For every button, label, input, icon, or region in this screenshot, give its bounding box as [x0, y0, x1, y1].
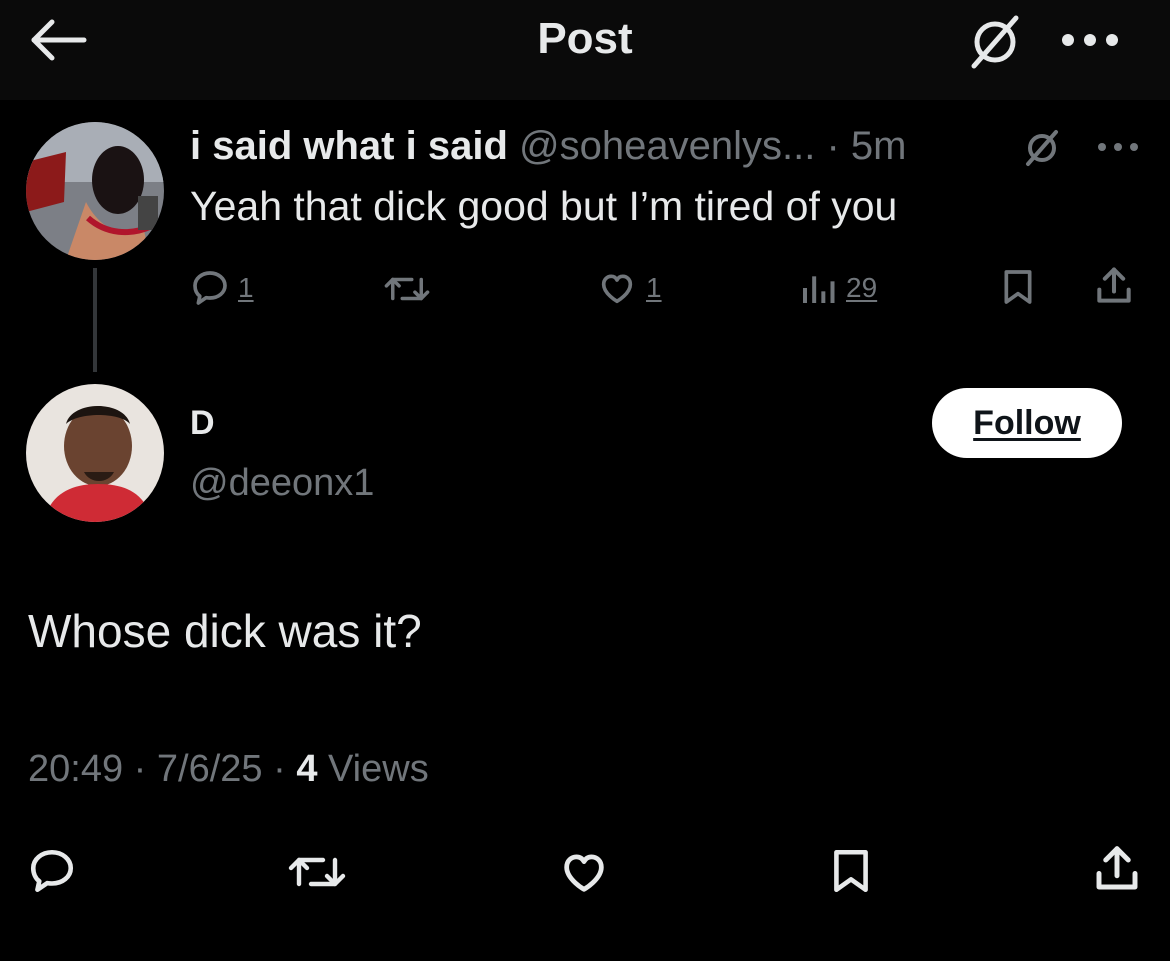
avatar[interactable]	[26, 384, 164, 522]
display-name[interactable]: D	[190, 404, 215, 443]
share-icon	[1097, 267, 1131, 303]
like-button[interactable]	[556, 846, 612, 898]
analytics-icon	[803, 276, 835, 303]
post-header: i said what i said @soheavenlys... · 5m	[190, 122, 906, 170]
like-button[interactable]: 1	[596, 268, 662, 308]
post-date: 7/6/25	[156, 748, 263, 790]
handle[interactable]: @soheavenlys...	[519, 124, 815, 168]
separator: ·	[826, 124, 840, 168]
separator: ·	[273, 748, 286, 790]
view-count: 29	[846, 272, 878, 303]
more-horizontal-icon[interactable]	[1060, 30, 1120, 50]
share-button[interactable]	[1090, 842, 1144, 896]
post-time: 20:49	[28, 748, 124, 790]
avatar[interactable]	[26, 122, 164, 260]
repost-icon	[384, 277, 430, 301]
like-count: 1	[646, 272, 662, 303]
reply-button[interactable]	[26, 846, 78, 896]
post-text: Yeah that dick good but I’m tired of you	[190, 183, 898, 229]
bookmark-icon	[834, 849, 868, 893]
heart-icon	[564, 854, 604, 892]
post-meta: 20:49 · 7/6/25 · 4 Views	[28, 748, 429, 791]
repost-button[interactable]	[286, 848, 348, 896]
timestamp: 5m	[850, 124, 907, 168]
grok-icon[interactable]	[1020, 128, 1064, 168]
bookmark-icon	[1004, 270, 1032, 304]
bookmark-button[interactable]	[826, 844, 876, 898]
post-text: Whose dick was it?	[28, 605, 422, 657]
more-horizontal-icon[interactable]	[1096, 140, 1140, 154]
heart-icon	[601, 274, 633, 304]
bookmark-button[interactable]	[998, 266, 1038, 308]
views-count: 4	[296, 748, 318, 790]
separator: ·	[133, 748, 147, 790]
follow-button[interactable]: Follow	[932, 388, 1122, 458]
reply-count: 1	[238, 272, 254, 303]
grok-icon[interactable]	[962, 12, 1028, 72]
views-label: Views	[328, 748, 429, 790]
repost-icon	[288, 857, 346, 887]
views-button[interactable]: 29	[798, 268, 877, 308]
handle[interactable]: @deeonx1	[190, 462, 374, 505]
repost-button[interactable]	[384, 270, 430, 308]
reply-icon	[193, 271, 227, 305]
reply-icon	[30, 849, 74, 893]
share-button[interactable]	[1092, 264, 1136, 308]
thread-line	[93, 268, 97, 372]
share-icon	[1096, 846, 1138, 890]
display-name[interactable]: i said what i said	[190, 124, 508, 168]
reply-button[interactable]: 1	[190, 268, 254, 308]
